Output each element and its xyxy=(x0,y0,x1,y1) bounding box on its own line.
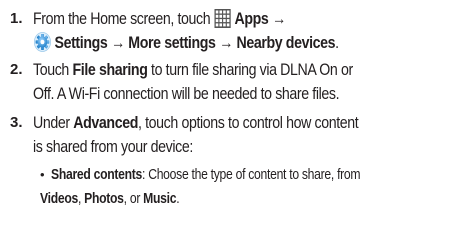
comma-or: , or xyxy=(123,191,144,207)
arrow-3: → xyxy=(215,34,237,52)
step-2-intro-text: Touch xyxy=(33,61,73,79)
photos-label: Photos xyxy=(84,191,124,207)
step-3-number: 3. xyxy=(10,114,23,131)
step-1-number: 1. xyxy=(10,10,23,27)
step-2-number: 2. xyxy=(10,61,23,78)
music-label: Music xyxy=(143,191,177,207)
bullet-marker: • xyxy=(40,167,45,182)
step-2-line-1: Touch File sharing to turn file sharing … xyxy=(33,59,353,81)
bullet-line-2: Videos, Photos, or Music. xyxy=(40,189,180,209)
settings-label: Settings xyxy=(54,34,108,52)
bullet-rest-text: : Choose the type of content to share, f… xyxy=(142,167,361,183)
settings-gear-icon xyxy=(33,32,51,58)
step-3-line-1: Under Advanced, touch options to control… xyxy=(33,112,359,134)
step-2-line-2: Off. A Wi-Fi connection will be needed t… xyxy=(33,85,340,103)
step-3-intro-text: Under xyxy=(33,114,74,132)
nearby-devices-label: Nearby devices xyxy=(236,34,336,52)
more-settings-label: More settings xyxy=(128,34,216,52)
step-1-end: . xyxy=(335,34,339,52)
step-3-rest-text: , touch options to control how content xyxy=(138,114,359,132)
bullet-line-1: Shared contents: Choose the type of cont… xyxy=(51,165,361,185)
arrow-1: → xyxy=(268,10,286,28)
step-3-line-2: is shared from your device: xyxy=(33,138,193,156)
apps-grid-icon xyxy=(214,9,232,34)
bullet-end: . xyxy=(176,191,180,207)
arrow-2: → xyxy=(107,34,129,52)
instructions-page: 1. From the Home screen, touch Apps → Se… xyxy=(0,0,469,242)
step-1-line-1: From the Home screen, touch Apps → xyxy=(33,8,286,34)
step-1-intro-text: From the Home screen, touch xyxy=(33,10,214,28)
file-sharing-label: File sharing xyxy=(72,61,148,79)
advanced-label: Advanced xyxy=(73,114,139,132)
step-1-line-2: Settings → More settings → Nearby device… xyxy=(33,32,339,58)
videos-label: Videos xyxy=(40,191,78,207)
step-2-rest-text: to turn file sharing via DLNA On or xyxy=(147,61,353,79)
apps-label: Apps xyxy=(234,10,269,28)
shared-contents-label: Shared contents xyxy=(51,167,143,183)
